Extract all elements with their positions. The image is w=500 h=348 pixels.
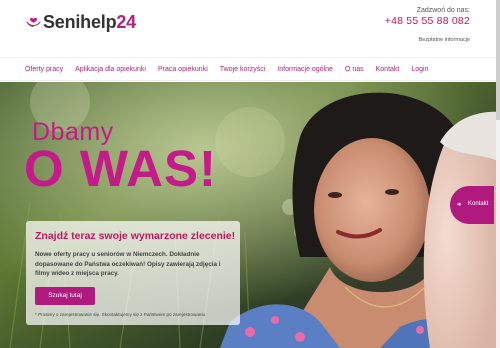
main-nav: Oferty pracy Aplikacja dla opiekunki Pra… bbox=[0, 57, 500, 81]
scrollbar[interactable] bbox=[496, 0, 500, 348]
call-label: Zadzwoń do nas: bbox=[416, 7, 470, 14]
free-info-label: Bezpłatne informacje bbox=[418, 37, 470, 43]
card-note: * Prosimy o zarejestrowanie się. Skontak… bbox=[35, 312, 207, 317]
contact-side-tab[interactable]: ◂ Kontakt bbox=[450, 186, 494, 224]
nav-item-job-offers[interactable]: Oferty pracy bbox=[25, 66, 63, 73]
arrow-icon: ◂ bbox=[457, 201, 461, 208]
contact-tab-label: Kontakt bbox=[468, 201, 489, 207]
site-header: Senihelp24 Zadzwoń do nas: +48 55 55 88 … bbox=[0, 0, 500, 55]
search-button[interactable]: Szukaj tutaj bbox=[35, 287, 95, 305]
logo-text: Senihelp24 bbox=[42, 11, 136, 32]
nav-item-caregiver-work[interactable]: Praca opiekunki bbox=[158, 66, 208, 73]
scrollbar-thumb[interactable] bbox=[496, 0, 500, 120]
nav-item-general-info[interactable]: Informacje ogólne bbox=[277, 66, 333, 73]
logo[interactable]: Senihelp24 bbox=[26, 10, 136, 34]
nav-item-caregiver-application[interactable]: Aplikacja dla opiekunki bbox=[75, 66, 146, 73]
card-description: Nowe oferty pracy u seniorów w Niemczech… bbox=[35, 251, 221, 277]
nav-item-contact[interactable]: Kontakt bbox=[376, 66, 400, 73]
phone-number[interactable]: +48 55 55 88 082 bbox=[385, 15, 470, 27]
nav-item-login[interactable]: Login bbox=[411, 66, 428, 73]
card-title: Znajdź teraz swoje wymarzone zlecenie! bbox=[35, 230, 236, 242]
nav-item-benefits[interactable]: Twoje korzyści bbox=[220, 66, 266, 73]
job-search-card: Znajdź teraz swoje wymarzone zlecenie! N… bbox=[26, 221, 240, 325]
phone-block: Zadzwoń do nas: +48 55 55 88 082 Bezpłat… bbox=[385, 7, 470, 43]
hands-heart-icon bbox=[26, 17, 41, 27]
nav-item-about[interactable]: O nas bbox=[345, 66, 364, 73]
hero-headline-large: O WAS! bbox=[24, 140, 217, 197]
